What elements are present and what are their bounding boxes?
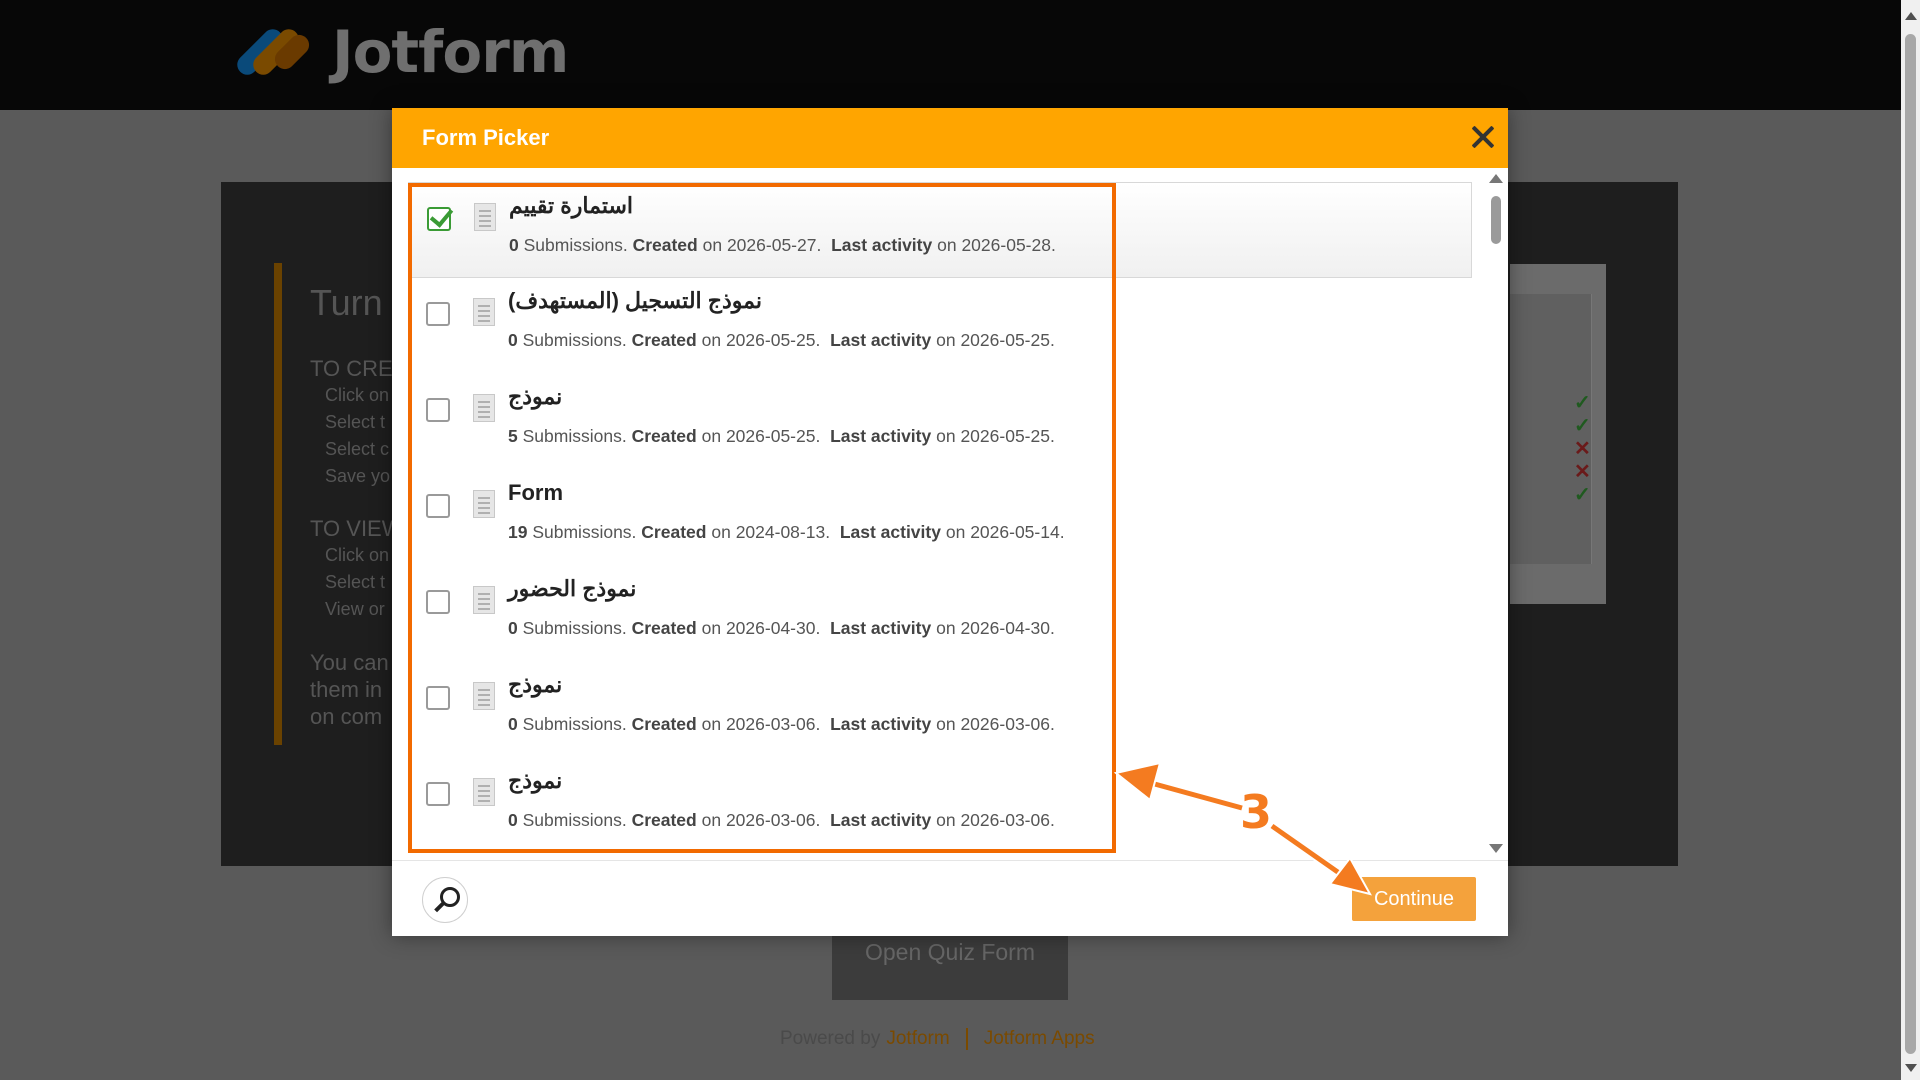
background-view-heading: TO VIEW: [310, 516, 395, 541]
dialog-header: Form Picker: [392, 108, 1508, 168]
background-view-item: Select t: [325, 572, 386, 592]
annotation-highlight-box: [408, 183, 1116, 853]
background-view-item: Click on: [325, 545, 390, 565]
background-create-item: Select c: [325, 439, 390, 459]
list-scroll-down-icon[interactable]: [1489, 844, 1503, 853]
background-title: Turn: [310, 282, 383, 323]
footer-separator: [965, 1028, 968, 1050]
close-icon[interactable]: [1468, 122, 1498, 152]
background-create-item: Select t: [325, 412, 386, 432]
background-create-item: Save yo: [325, 466, 391, 486]
open-quiz-form-button[interactable]: Open Quiz Form: [832, 930, 1068, 1000]
page-scroll-up-icon[interactable]: [1905, 12, 1917, 20]
footer-credits: Powered by Jotform Jotform Apps: [780, 1028, 1095, 1050]
footer-powered-by: Powered by: [780, 1028, 881, 1049]
background-paragraph-line: You can: [310, 650, 389, 675]
check-icon: ✓: [1574, 415, 1591, 437]
continue-button[interactable]: Continue: [1352, 877, 1476, 921]
open-quiz-form-label: Open Quiz Form: [865, 939, 1035, 965]
footer-jotform-apps-link[interactable]: Jotform Apps: [984, 1028, 1095, 1050]
check-icon: ✓: [1574, 392, 1591, 414]
dialog-title: Form Picker: [422, 125, 550, 150]
list-scroll-up-icon[interactable]: [1489, 174, 1503, 183]
page-scroll-down-icon[interactable]: [1905, 1064, 1917, 1072]
annotation-step-number: 3: [1240, 785, 1273, 839]
background-view-item: View or: [325, 599, 385, 619]
background-accent-bar: [274, 263, 282, 745]
jotform-logo[interactable]: Jotform: [233, 18, 569, 86]
background-create-heading: TO CREATE: [310, 356, 395, 381]
check-icon: ✓: [1574, 484, 1591, 506]
background-paragraph-line: on com: [310, 704, 383, 729]
background-create-item: Click on: [325, 385, 390, 405]
cross-icon: ✕: [1574, 438, 1591, 460]
top-bar: Jotform: [0, 0, 1901, 110]
cross-icon: ✕: [1574, 461, 1591, 483]
footer-jotform-link[interactable]: Jotform: [886, 1028, 949, 1050]
search-icon[interactable]: [422, 877, 468, 923]
logo-text: Jotform: [332, 18, 569, 86]
jotform-logo-icon: [233, 20, 314, 84]
background-preview-image: ✓ ✓ ✕ ✕ ✓: [1510, 264, 1606, 604]
list-scrollbar-thumb[interactable]: [1491, 196, 1501, 244]
dialog-footer: Continue: [392, 860, 1508, 936]
background-paragraph-line: them in: [310, 677, 383, 702]
page-scrollbar-thumb[interactable]: [1905, 34, 1916, 1054]
